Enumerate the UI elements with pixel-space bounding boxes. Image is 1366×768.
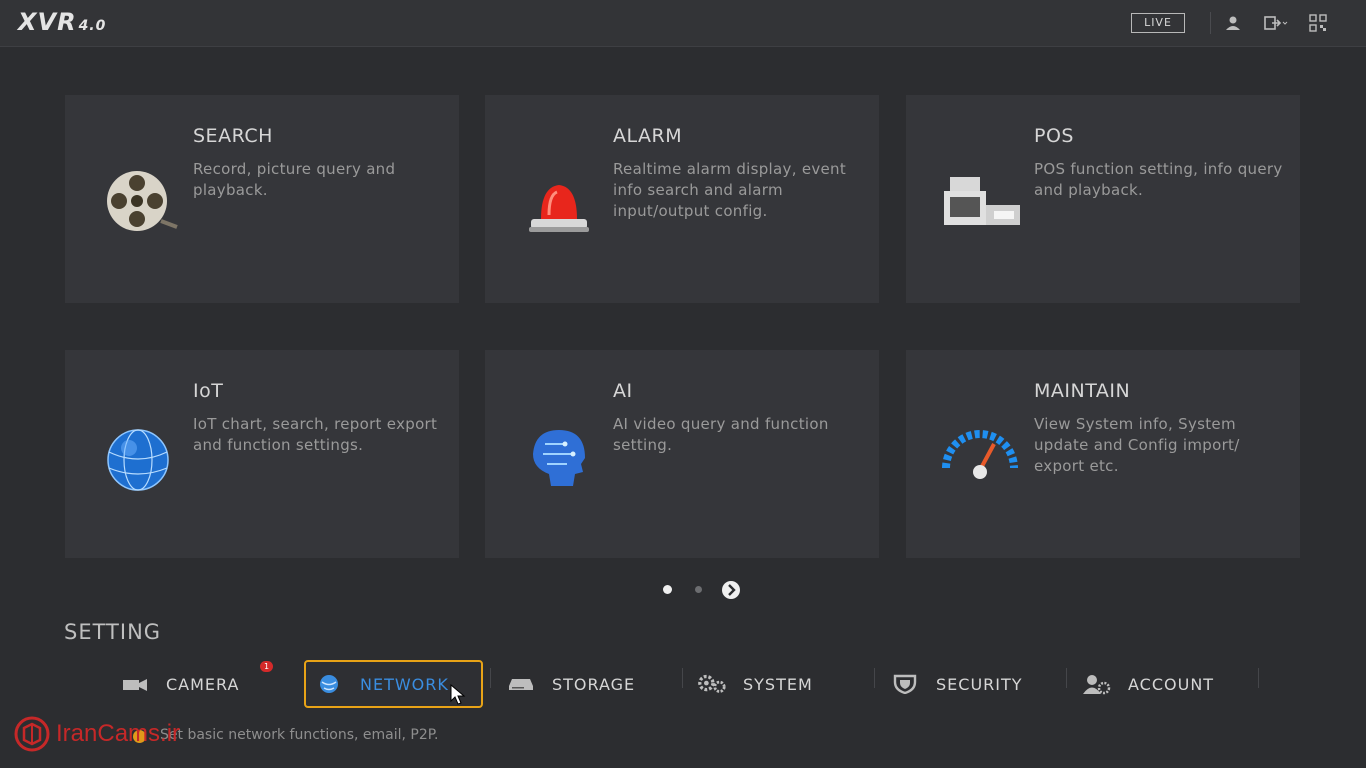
qr-code-icon[interactable] — [1309, 14, 1327, 32]
setting-item-label: SYSTEM — [743, 674, 813, 694]
nav-divider — [1066, 668, 1067, 688]
card-title: AI — [613, 380, 633, 402]
setting-item-label: SECURITY — [936, 674, 1023, 694]
nav-divider — [874, 668, 875, 688]
card-title: IoT — [193, 380, 224, 402]
card-description: Record, picture query and playback. — [193, 160, 396, 199]
nav-divider — [490, 668, 491, 688]
watermark-text: IranCams.ir — [56, 720, 181, 747]
card-ai[interactable]: AI AI video query and function setting. — [485, 350, 879, 558]
card-maintain[interactable]: MAINTAIN View System info, System update… — [906, 350, 1300, 558]
alarm-light-icon — [529, 185, 589, 232]
logo-text: XVR — [18, 8, 77, 36]
page-dot[interactable] — [695, 586, 702, 593]
mouse-cursor-icon — [450, 684, 466, 705]
setting-item-system[interactable]: SYSTEM — [697, 660, 813, 708]
card-description: POS function setting, info query and pla… — [1034, 160, 1283, 199]
setting-item-account[interactable]: ACCOUNT — [1082, 660, 1214, 708]
card-description: Realtime alarm display, event info searc… — [613, 160, 847, 220]
gauge-icon — [942, 430, 1018, 479]
card-description: IoT chart, search, report export and fun… — [193, 415, 438, 454]
setting-item-label: CAMERA — [166, 674, 240, 694]
live-button[interactable]: LIVE — [1131, 13, 1185, 33]
card-title: MAINTAIN — [1034, 380, 1131, 402]
card-title: ALARM — [613, 125, 683, 147]
gears-icon — [697, 673, 727, 695]
card-description: View System info, System update and Conf… — [1034, 415, 1240, 475]
card-title: SEARCH — [193, 125, 273, 147]
account-icon — [1082, 673, 1112, 695]
logout-icon[interactable] — [1264, 14, 1288, 32]
card-search[interactable]: SEARCH Record, picture query and playbac… — [65, 95, 459, 303]
camera-icon — [120, 673, 150, 695]
setting-item-label: ACCOUNT — [1128, 674, 1215, 694]
top-bar: XVR 4.0 LIVE — [0, 0, 1366, 47]
logo-version: 4.0 — [78, 18, 107, 34]
network-globe-icon — [314, 673, 344, 695]
setting-item-label: STORAGE — [552, 674, 636, 694]
user-icon[interactable] — [1224, 14, 1242, 32]
card-pos[interactable]: POS POS function setting, info query and… — [906, 95, 1300, 303]
next-page-icon[interactable] — [721, 580, 741, 600]
hdd-icon — [506, 673, 536, 695]
setting-item-storage[interactable]: STORAGE — [506, 660, 635, 708]
card-alarm[interactable]: ALARM Realtime alarm display, event info… — [485, 95, 879, 303]
card-title: POS — [1034, 125, 1074, 147]
toolbar-divider — [1210, 12, 1211, 34]
setting-item-camera[interactable]: CAMERA — [120, 660, 239, 708]
app-logo: XVR 4.0 — [18, 8, 106, 36]
camera-alert-badge: 1 — [260, 661, 273, 672]
shield-icon — [890, 673, 920, 695]
globe-icon — [107, 429, 169, 491]
ai-head-icon — [533, 430, 585, 486]
card-description: AI video query and function setting. — [613, 415, 829, 454]
setting-item-label: NETWORK — [360, 674, 449, 694]
cash-register-icon — [944, 177, 1020, 225]
nav-divider — [682, 668, 683, 688]
film-reel-icon — [107, 171, 178, 231]
setting-item-security[interactable]: SECURITY — [890, 660, 1023, 708]
setting-section-title: SETTING — [64, 620, 162, 644]
setting-hint-text: Set basic network functions, email, P2P. — [160, 727, 439, 743]
watermark-logo: IranCams.ir — [14, 716, 180, 752]
irancams-logo-icon — [14, 716, 50, 752]
nav-divider — [1258, 668, 1259, 688]
card-iot[interactable]: IoT IoT chart, search, report export and… — [65, 350, 459, 558]
page-dot-active[interactable] — [663, 585, 672, 594]
